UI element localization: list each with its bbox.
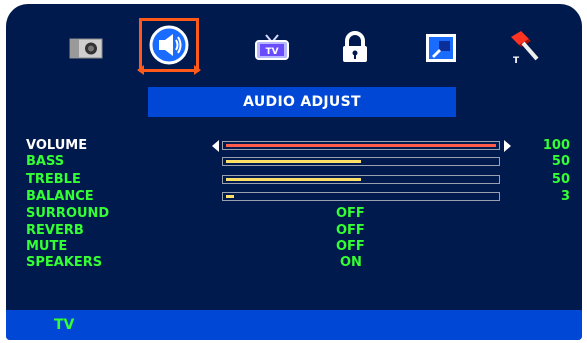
tab-selection-frame bbox=[139, 18, 199, 72]
setting-label: BALANCE bbox=[26, 189, 94, 204]
balance-slider[interactable] bbox=[222, 192, 500, 201]
setting-label: BASS bbox=[26, 154, 65, 169]
picture-window-icon bbox=[424, 32, 458, 64]
svg-text:T: T bbox=[513, 56, 520, 66]
setting-row-surround[interactable]: SURROUND OFF bbox=[26, 206, 576, 222]
setting-state: OFF bbox=[336, 206, 365, 221]
setting-value: 100 bbox=[542, 138, 570, 153]
tab-tv[interactable]: TV bbox=[242, 18, 302, 78]
setting-label: MUTE bbox=[26, 239, 68, 254]
setting-label: VOLUME bbox=[26, 138, 88, 153]
treble-slider[interactable] bbox=[222, 175, 500, 184]
setting-label: SURROUND bbox=[26, 206, 110, 221]
decrease-arrow-icon[interactable] bbox=[212, 140, 219, 152]
tab-audio[interactable] bbox=[137, 18, 201, 78]
status-footer: TV bbox=[6, 310, 582, 340]
bass-slider[interactable] bbox=[222, 157, 500, 166]
setting-value: 50 bbox=[551, 154, 570, 169]
setting-label: TREBLE bbox=[26, 172, 81, 187]
menu-title-bar: AUDIO ADJUST bbox=[148, 87, 456, 117]
category-tab-bar: TV T bbox=[6, 4, 582, 84]
tab-camera[interactable] bbox=[56, 18, 116, 78]
setting-row-speakers[interactable]: SPEAKERS ON bbox=[26, 255, 576, 271]
input-source-label: TV bbox=[54, 317, 75, 333]
tab-lock[interactable] bbox=[325, 18, 385, 78]
osd-menu-panel: TV T AUDIO ADJUST VOLUME 100 BASS 50 TRE… bbox=[6, 4, 582, 340]
setting-row-balance[interactable]: BALANCE 3 bbox=[26, 189, 576, 205]
setting-row-reverb[interactable]: REVERB OFF bbox=[26, 223, 576, 239]
slider-fill bbox=[226, 144, 496, 147]
tab-left-arrow-icon[interactable] bbox=[137, 65, 144, 75]
tab-tools[interactable]: T bbox=[493, 18, 553, 78]
setting-row-mute[interactable]: MUTE OFF bbox=[26, 239, 576, 255]
lock-icon bbox=[338, 31, 372, 65]
slider-fill bbox=[226, 160, 361, 163]
setting-label: SPEAKERS bbox=[26, 255, 103, 270]
setting-state: ON bbox=[340, 255, 362, 270]
setting-label: REVERB bbox=[26, 223, 84, 238]
volume-slider[interactable] bbox=[222, 141, 500, 150]
setting-state: OFF bbox=[336, 223, 365, 238]
slider-fill bbox=[226, 195, 234, 198]
camera-icon bbox=[69, 36, 103, 60]
tools-hammer-icon: T bbox=[505, 29, 541, 67]
setting-row-bass[interactable]: BASS 50 bbox=[26, 154, 576, 170]
tv-icon: TV bbox=[252, 33, 292, 63]
setting-state: OFF bbox=[336, 239, 365, 254]
setting-row-volume[interactable]: VOLUME 100 bbox=[26, 138, 576, 154]
setting-value: 50 bbox=[551, 172, 570, 187]
menu-title: AUDIO ADJUST bbox=[243, 94, 361, 110]
tab-picture[interactable] bbox=[411, 18, 471, 78]
setting-row-treble[interactable]: TREBLE 50 bbox=[26, 172, 576, 188]
tab-right-arrow-icon[interactable] bbox=[194, 65, 201, 75]
slider-fill bbox=[226, 178, 361, 181]
setting-value: 3 bbox=[560, 189, 570, 204]
increase-arrow-icon[interactable] bbox=[504, 140, 511, 152]
svg-text:TV: TV bbox=[265, 47, 278, 57]
